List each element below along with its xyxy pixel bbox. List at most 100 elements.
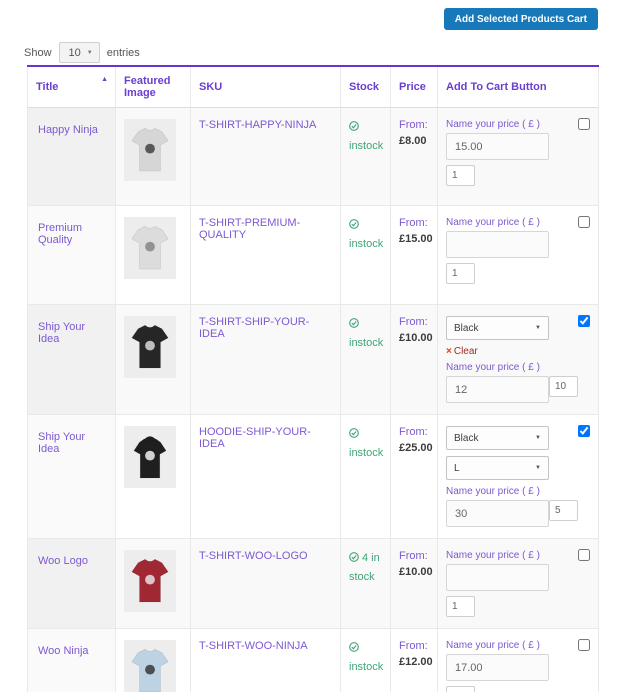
add-to-cart-controls: Name your price ( £ ) xyxy=(446,119,590,186)
quantity-input[interactable] xyxy=(446,165,475,186)
add-to-cart-cell: Black▼L▼Name your price ( £ ) xyxy=(438,415,599,539)
price-from-label: From: xyxy=(399,550,429,562)
column-header-sku[interactable]: SKU xyxy=(191,66,341,108)
stock-cell: instock xyxy=(341,305,391,415)
clear-selection-link[interactable]: ×Clear xyxy=(446,346,566,357)
add-to-cart-controls: Name your price ( £ ) xyxy=(446,640,590,692)
product-title-link[interactable]: Ship Your Idea xyxy=(38,321,85,345)
name-your-price-label: Name your price ( £ ) xyxy=(446,550,566,561)
price-from-label: From: xyxy=(399,316,429,328)
sku-cell: T-SHIRT-HAPPY-NINJA xyxy=(191,108,341,206)
name-your-price-label: Name your price ( £ ) xyxy=(446,119,566,130)
add-to-cart-controls: Black▼×ClearName your price ( £ ) xyxy=(446,316,590,403)
clear-link-label: Clear xyxy=(454,346,478,357)
entries-label: entries xyxy=(107,47,140,59)
price-cell: From:£12.00 xyxy=(391,629,438,692)
chevron-down-icon: ▼ xyxy=(535,435,541,441)
quantity-input[interactable] xyxy=(446,263,475,284)
select-product-checkbox[interactable] xyxy=(578,118,590,130)
name-your-price-label: Name your price ( £ ) xyxy=(446,217,566,228)
instock-icon xyxy=(349,641,359,659)
add-selected-products-cart-button[interactable]: Add Selected Products Cart xyxy=(444,8,598,30)
title-cell: Premium Quality xyxy=(28,206,116,305)
variant-selected-value: L xyxy=(454,463,460,474)
product-title-link[interactable]: Premium Quality xyxy=(38,222,82,246)
price-amount: £15.00 xyxy=(399,233,429,245)
name-your-price-input[interactable] xyxy=(446,231,549,258)
price-cell: From: £8.00 xyxy=(391,108,438,206)
price-input-row xyxy=(446,231,566,258)
price-input-row xyxy=(446,376,566,403)
name-your-price-input[interactable] xyxy=(446,654,549,681)
instock-icon xyxy=(349,317,359,335)
product-image xyxy=(124,316,176,378)
price-cell: From: £15.00 xyxy=(391,206,438,305)
show-label: Show xyxy=(24,47,52,59)
name-your-price-input[interactable] xyxy=(446,376,549,403)
select-product-checkbox[interactable] xyxy=(578,425,590,437)
product-title-link[interactable]: Woo Ninja xyxy=(38,645,89,657)
featured-image-cell xyxy=(116,108,191,206)
add-to-cart-cell: Black▼×ClearName your price ( £ ) xyxy=(438,305,599,415)
products-table: Title ▲ Featured Image SKU Stock Price A… xyxy=(27,65,599,692)
variant-select[interactable]: L▼ xyxy=(446,456,549,480)
stock-cell: 4 in stock xyxy=(341,539,391,629)
featured-image-cell xyxy=(116,539,191,629)
column-header-title[interactable]: Title ▲ xyxy=(28,66,116,108)
price-amount: £10.00 xyxy=(399,332,429,344)
price-amount: £10.00 xyxy=(399,566,429,578)
select-product-checkbox[interactable] xyxy=(578,549,590,561)
add-to-cart-controls: Name your price ( £ ) xyxy=(446,550,590,617)
name-your-price-input[interactable] xyxy=(446,133,549,160)
stock-status: instock xyxy=(349,337,383,349)
name-your-price-input[interactable] xyxy=(446,500,549,527)
select-product-checkbox[interactable] xyxy=(578,315,590,327)
add-to-cart-controls: Black▼L▼Name your price ( £ ) xyxy=(446,426,590,527)
price-amount: £8.00 xyxy=(399,135,429,147)
price-input-row xyxy=(446,500,566,527)
product-title-link[interactable]: Happy Ninja xyxy=(38,124,98,136)
instock-icon xyxy=(349,427,359,445)
stock-cell: instock xyxy=(341,108,391,206)
sku-cell: T-SHIRT-WOO-NINJA xyxy=(191,629,341,692)
sku-cell: T-SHIRT-WOO-LOGO xyxy=(191,539,341,629)
sort-asc-icon: ▲ xyxy=(101,76,108,83)
entries-per-page-select[interactable]: 10 ▼ xyxy=(59,42,100,63)
price-from-label: From: xyxy=(399,426,429,438)
price-cell: From: £10.00 xyxy=(391,305,438,415)
product-table-page: Add Selected Products Cart Show 10 ▼ ent… xyxy=(0,0,620,692)
column-header-add-to-cart[interactable]: Add To Cart Button xyxy=(438,66,599,108)
sku-value: HOODIE-SHIP-YOUR-IDEA xyxy=(199,426,311,450)
select-product-checkbox[interactable] xyxy=(578,639,590,651)
quantity-input[interactable] xyxy=(446,596,475,617)
stock-cell: instock xyxy=(341,415,391,539)
quantity-input[interactable] xyxy=(549,376,578,397)
product-title-link[interactable]: Ship Your Idea xyxy=(38,431,85,455)
variant-select[interactable]: Black▼ xyxy=(446,316,549,340)
column-header-stock[interactable]: Stock xyxy=(341,66,391,108)
quantity-input[interactable] xyxy=(446,686,475,692)
sku-cell: HOODIE-SHIP-YOUR-IDEA xyxy=(191,415,341,539)
column-header-featured-image[interactable]: Featured Image xyxy=(116,66,191,108)
table-row: Happy Ninja T-SHIRT-HAPPY-NINJA instock Fro… xyxy=(28,108,599,206)
select-product-checkbox[interactable] xyxy=(578,216,590,228)
column-header-price[interactable]: Price xyxy=(391,66,438,108)
chevron-down-icon: ▼ xyxy=(535,325,541,331)
title-cell: Ship Your Idea xyxy=(28,305,116,415)
price-from-label: From: xyxy=(399,119,429,131)
stock-cell: instock xyxy=(341,206,391,305)
price-amount: £12.00 xyxy=(399,656,429,668)
column-header-label: Title xyxy=(36,81,58,93)
price-from-label: From: xyxy=(399,217,429,229)
product-title-link[interactable]: Woo Logo xyxy=(38,555,88,567)
variant-select[interactable]: Black▼ xyxy=(446,426,549,450)
quantity-input[interactable] xyxy=(549,500,578,521)
name-your-price-input[interactable] xyxy=(446,564,549,591)
featured-image-cell xyxy=(116,629,191,692)
price-amount: £25.00 xyxy=(399,442,429,454)
stock-status: instock xyxy=(349,447,383,459)
stock-status: instock xyxy=(349,140,383,152)
instock-icon xyxy=(349,120,359,138)
name-your-price-label: Name your price ( £ ) xyxy=(446,486,566,497)
title-cell: Woo Ninja xyxy=(28,629,116,692)
